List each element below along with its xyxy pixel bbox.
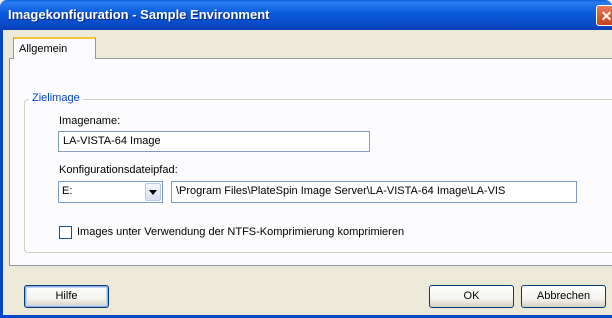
ntfs-compression-checkbox[interactable] xyxy=(59,226,72,239)
help-button[interactable]: Hilfe xyxy=(24,285,109,308)
drive-select[interactable]: E: xyxy=(58,181,163,203)
chevron-down-icon xyxy=(149,190,157,195)
close-button[interactable]: ✕ xyxy=(596,5,612,26)
tab-label: Allgemein xyxy=(19,43,68,55)
window-frame-left xyxy=(0,30,3,318)
ok-button[interactable]: OK xyxy=(429,285,514,308)
window-title: Imagekonfiguration - Sample Environment xyxy=(8,7,270,22)
ntfs-compression-label[interactable]: Images unter Verwendung der NTFS-Komprim… xyxy=(77,226,404,238)
config-path-input[interactable]: \Program Files\PlateSpin Image Server\LA… xyxy=(171,181,577,203)
image-name-label: Imagename: xyxy=(59,115,121,127)
drive-select-value: E: xyxy=(62,185,73,197)
config-path-label: Konfigurationsdateipfad: xyxy=(59,164,178,176)
group-legend: Zielimage xyxy=(29,92,83,104)
cancel-button[interactable]: Abbrechen xyxy=(521,285,606,308)
drive-dropdown-button[interactable] xyxy=(145,183,161,201)
close-icon: ✕ xyxy=(600,8,612,24)
title-bar[interactable]: Imagekonfiguration - Sample Environment … xyxy=(0,0,612,30)
image-name-input[interactable]: LA-VISTA-64 Image xyxy=(58,131,370,152)
tab-allgemein[interactable]: Allgemein xyxy=(13,37,96,59)
